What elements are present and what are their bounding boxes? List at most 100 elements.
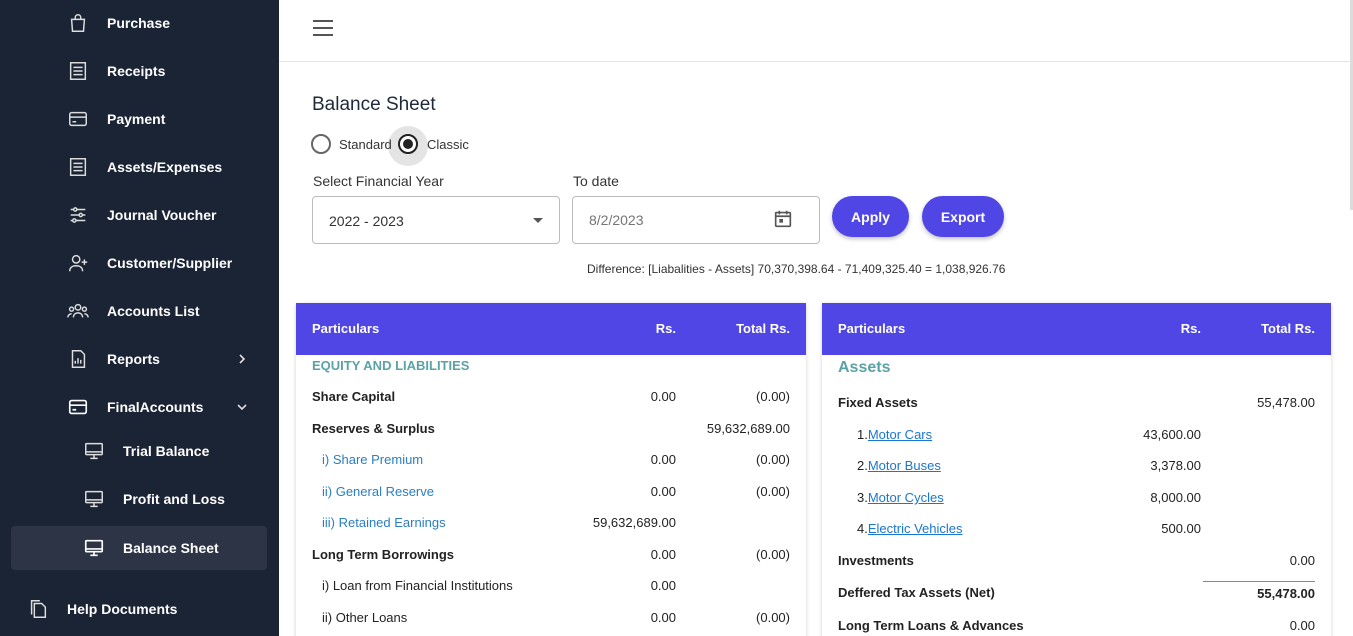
- section-title: Assets: [838, 359, 891, 376]
- row-total: (0.00): [756, 452, 790, 467]
- row-rs: 8,000.00: [1150, 490, 1201, 505]
- apply-button[interactable]: Apply: [832, 196, 909, 237]
- list-icon: [67, 156, 89, 178]
- export-button[interactable]: Export: [922, 196, 1004, 237]
- radio-classic[interactable]: Classic: [398, 134, 469, 154]
- sidebar-item-label: Receipts: [107, 63, 166, 79]
- row-link[interactable]: iii) Retained Earnings: [322, 515, 446, 530]
- row-link[interactable]: ii) General Reserve: [322, 484, 434, 499]
- radio-classic-label: Classic: [427, 136, 469, 152]
- header-particulars: Particulars: [312, 321, 380, 336]
- row-total: 0.00: [1289, 618, 1315, 633]
- list-item: 2.Motor Buses: [857, 458, 941, 473]
- sidebar: Purchase Receipts Payment Assets/Expense…: [0, 0, 279, 636]
- header-rs: Rs.: [1180, 321, 1201, 336]
- assets-table: Particulars Rs. Total Rs. Assets Fixed A…: [822, 303, 1331, 636]
- row-name: Long Term Borrowings: [312, 547, 455, 562]
- sidebar-item-trial-balance[interactable]: Trial Balance: [11, 429, 267, 473]
- sidebar-item-reports[interactable]: Reports: [11, 337, 267, 381]
- sidebar-item-balance-sheet[interactable]: Balance Sheet: [11, 526, 267, 570]
- row-num: 2.: [857, 458, 868, 473]
- row-rs: 0.00: [650, 610, 676, 625]
- sidebar-item-label: Purchase: [107, 15, 171, 31]
- sidebar-item-purchase[interactable]: Purchase: [11, 1, 267, 45]
- row-rs: 0.00: [650, 452, 676, 467]
- list-item: 4.Electric Vehicles: [857, 521, 963, 536]
- calendar-icon[interactable]: [772, 208, 794, 230]
- sidebar-item-label: Assets/Expenses: [107, 159, 223, 175]
- monitor-icon: [83, 488, 105, 510]
- row-link[interactable]: Motor Cars: [868, 427, 932, 442]
- sidebar-item-receipts[interactable]: Receipts: [11, 49, 267, 93]
- sidebar-item-accounts-list[interactable]: Accounts List: [11, 289, 267, 333]
- row-name: Fixed Assets: [838, 395, 918, 410]
- row-rs: 59,632,689.00: [592, 515, 676, 530]
- monitor-icon: [83, 440, 105, 462]
- sidebar-item-payment[interactable]: Payment: [11, 97, 267, 141]
- radio-standard-control[interactable]: [311, 134, 331, 154]
- row-total: 59,632,689.00: [706, 421, 790, 436]
- menu-icon[interactable]: [313, 20, 333, 38]
- sidebar-item-label: Help Documents: [67, 601, 178, 617]
- copy-icon: [27, 598, 49, 620]
- sidebar-item-label: Reports: [107, 351, 160, 367]
- sidebar-item-finalaccounts[interactable]: FinalAccounts: [11, 385, 267, 429]
- row-name: Reserves & Surplus: [312, 421, 435, 436]
- row-total: (0.00): [756, 484, 790, 499]
- row-rs: 0.00: [650, 484, 676, 499]
- radio-standard[interactable]: Standard: [311, 134, 392, 154]
- total-rule: [1203, 581, 1315, 582]
- sliders-icon: [67, 204, 89, 226]
- row-name: Share Capital: [312, 389, 396, 404]
- users-icon: [67, 300, 89, 322]
- user-plus-icon: [67, 252, 89, 274]
- sidebar-item-label: Profit and Loss: [123, 491, 225, 507]
- table-header: Particulars Rs. Total Rs.: [296, 303, 806, 355]
- row-num: 1.: [857, 427, 868, 442]
- sidebar-item-label: Customer/Supplier: [107, 255, 233, 271]
- financial-year-select[interactable]: 2022 - 2023: [312, 196, 560, 244]
- chevron-down-icon: [237, 404, 247, 411]
- list-item: 3.Motor Cycles: [857, 490, 944, 505]
- row-rs: 500.00: [1161, 521, 1201, 536]
- difference-text: Difference: [Liabalities - Assets] 70,37…: [587, 262, 1006, 276]
- row-name: i) Loan from Financial Institutions: [322, 578, 513, 593]
- chevron-right-icon: [239, 354, 246, 364]
- sidebar-item-label: Payment: [107, 111, 166, 127]
- row-total: (0.00): [756, 547, 790, 562]
- row-name: Investments: [838, 553, 914, 568]
- row-rs: 3,378.00: [1150, 458, 1201, 473]
- row-link[interactable]: Motor Cycles: [868, 490, 944, 505]
- report-icon: [67, 348, 89, 370]
- row-link[interactable]: i) Share Premium: [322, 452, 423, 467]
- sidebar-item-profit-and-loss[interactable]: Profit and Loss: [11, 477, 267, 521]
- table-header: Particulars Rs. Total Rs.: [822, 303, 1331, 355]
- row-rs: 43,600.00: [1143, 427, 1201, 442]
- row-total: (0.00): [756, 389, 790, 404]
- page-title: Balance Sheet: [312, 94, 436, 115]
- row-name: Deffered Tax Assets (Net): [838, 585, 995, 600]
- sidebar-item-label: Trial Balance: [123, 443, 210, 459]
- liabilities-table: Particulars Rs. Total Rs. EQUITY AND LIA…: [296, 303, 806, 636]
- row-rs: 0.00: [650, 389, 676, 404]
- header-rs: Rs.: [655, 321, 676, 336]
- sidebar-item-assets-expenses[interactable]: Assets/Expenses: [11, 145, 267, 189]
- header-particulars: Particulars: [838, 321, 906, 336]
- radio-classic-control[interactable]: [398, 134, 418, 154]
- row-total: (0.00): [756, 610, 790, 625]
- header-total: Total Rs.: [1261, 321, 1315, 336]
- sidebar-item-help-documents[interactable]: Help Documents: [11, 587, 267, 631]
- financial-year-value: 2022 - 2023: [329, 213, 404, 229]
- section-title: EQUITY AND LIABILITIES: [312, 358, 470, 373]
- sidebar-item-journal-voucher[interactable]: Journal Voucher: [11, 193, 267, 237]
- sidebar-item-label: FinalAccounts: [107, 399, 204, 415]
- sidebar-item-label: Balance Sheet: [123, 540, 219, 556]
- row-total: 55,478.00: [1257, 395, 1315, 410]
- to-date-label: To date: [573, 173, 619, 189]
- sidebar-item-label: Accounts List: [107, 303, 200, 319]
- row-link[interactable]: Electric Vehicles: [868, 521, 963, 536]
- sidebar-item-customer-supplier[interactable]: Customer/Supplier: [11, 241, 267, 285]
- shopping-bag-icon: [67, 12, 89, 34]
- financial-year-label: Select Financial Year: [313, 173, 444, 189]
- row-link[interactable]: Motor Buses: [868, 458, 941, 473]
